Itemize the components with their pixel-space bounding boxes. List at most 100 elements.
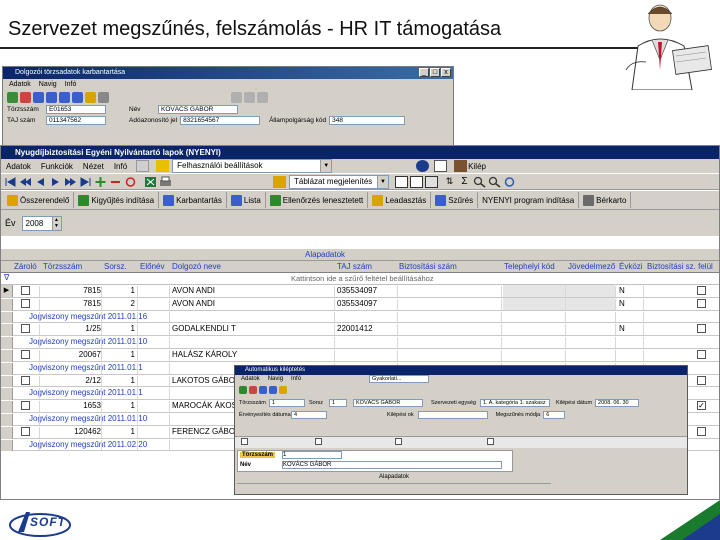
tax-id-input[interactable]: 8321654567: [180, 116, 261, 125]
sub-row[interactable]: Jogviszony megszűnt 2011.01.10: [1, 336, 719, 349]
chevron-down-icon[interactable]: ▼: [377, 175, 388, 188]
table-row[interactable]: 20067 1 HALÁSZ KÁROLY: [1, 348, 719, 362]
exit-door-icon[interactable]: [454, 160, 468, 172]
chevron-down-icon[interactable]: ▼: [320, 160, 332, 172]
filter-hint[interactable]: Kattintson ide a szűrő feltétel beállítá…: [291, 274, 434, 283]
col-header-evkozi[interactable]: Évközi: [619, 262, 643, 271]
exit-icon[interactable]: [257, 91, 268, 103]
prev-record-icon[interactable]: [46, 91, 57, 103]
row-indicator[interactable]: [1, 298, 13, 311]
first-record-icon[interactable]: [4, 176, 17, 188]
popup-option-2-checkbox[interactable]: [315, 438, 322, 445]
lock-checkbox[interactable]: [21, 426, 30, 436]
insurance-checkbox[interactable]: [697, 324, 706, 334]
info-icon[interactable]: [244, 91, 255, 103]
popup-add-icon[interactable]: [239, 385, 247, 394]
popup-name-field[interactable]: KOVÁCS GÁBOR: [282, 461, 502, 469]
col-header-jovedelmezo[interactable]: Jövedelmező: [568, 262, 615, 271]
action-ellenorzes-button[interactable]: Ellenőrzés lenesztetett: [266, 192, 369, 208]
info-icon[interactable]: [416, 160, 430, 172]
popup-next-icon[interactable]: [269, 385, 277, 394]
grid-view-icon[interactable]: [136, 160, 150, 172]
action-leadasztas-button[interactable]: Leadasztás: [368, 192, 432, 208]
col-header-biztositasi[interactable]: Biztosítási szám: [399, 262, 457, 271]
insurance-checkbox[interactable]: [697, 426, 706, 436]
delete-icon[interactable]: [109, 176, 122, 188]
action-berkarto-button[interactable]: Bérkarto: [579, 192, 632, 208]
col-header-torzsszam[interactable]: Törzsszám: [43, 262, 82, 271]
tsz-input[interactable]: E01653: [46, 105, 106, 114]
popup-first-icon[interactable]: [259, 385, 267, 394]
col-header-zarolo[interactable]: Zároló: [14, 262, 37, 271]
prev-record-icon[interactable]: [34, 176, 47, 188]
insurance-checkbox[interactable]: [697, 349, 706, 359]
popup-unit-input[interactable]: 1. A. kategória 1. szakasz: [479, 399, 550, 407]
popup-termination-input[interactable]: 6: [543, 411, 566, 419]
last-record-icon[interactable]: [72, 91, 83, 103]
lock-checkbox[interactable]: [21, 375, 30, 385]
row-indicator[interactable]: [1, 337, 13, 349]
col-header-dolgozo-neve[interactable]: Dolgozó neve: [172, 262, 221, 271]
popup-save-icon[interactable]: [279, 385, 287, 394]
action-karbantartas-button[interactable]: Karbantartás: [159, 192, 227, 208]
popup-delete-icon[interactable]: [249, 385, 257, 394]
refresh-icon[interactable]: [124, 176, 137, 188]
col-header-telephelyi[interactable]: Telephelyi kód: [504, 262, 555, 271]
add-record-icon[interactable]: [7, 91, 18, 103]
insurance-checkbox[interactable]: [697, 375, 706, 385]
excel-export-icon[interactable]: [144, 176, 157, 188]
spinner-arrows-icon[interactable]: ▲ ▼: [51, 216, 61, 230]
col-header-elonev[interactable]: Előnév: [140, 262, 164, 271]
help-icon[interactable]: [434, 160, 448, 172]
popup-menu-navig[interactable]: Navig: [268, 375, 283, 384]
popup-sorsz-input[interactable]: 1: [329, 399, 347, 407]
filter-icon[interactable]: ∇: [4, 273, 9, 282]
help-icon[interactable]: [231, 91, 242, 103]
next-page-icon[interactable]: [64, 176, 77, 188]
sort-icon[interactable]: ⇅: [443, 176, 456, 188]
menu-nezet[interactable]: Nézet: [78, 162, 109, 171]
search-icon[interactable]: [473, 176, 486, 188]
back-minimize-button[interactable]: _: [419, 68, 429, 77]
list-view-icon[interactable]: [410, 175, 423, 188]
table-display-combo[interactable]: Táblázat megjelenítés ▼: [289, 174, 389, 189]
name-input[interactable]: KOVÁCS GÁBOR: [158, 105, 238, 114]
row-indicator[interactable]: [1, 311, 13, 324]
menu-funkciok[interactable]: Funkciók: [36, 162, 78, 171]
lock-checkbox[interactable]: [21, 286, 30, 295]
popup-menu-adatok[interactable]: Adatok: [241, 375, 260, 384]
popup-tsz-field[interactable]: 1: [282, 451, 342, 459]
menu-info[interactable]: Infó: [109, 162, 132, 171]
save-icon[interactable]: [85, 91, 96, 103]
row-indicator[interactable]: ▶: [1, 285, 13, 297]
popup-exit-reason-input[interactable]: [417, 411, 488, 419]
exit-label[interactable]: Kilép: [468, 162, 486, 171]
back-menu-navig[interactable]: Navig: [39, 79, 57, 90]
col-header-sorsz[interactable]: Sorsz.: [104, 262, 127, 271]
print-icon[interactable]: [98, 91, 109, 103]
sub-row[interactable]: Jogviszony megszűnt 2011.01.16: [1, 310, 719, 324]
lock-checkbox[interactable]: [21, 401, 30, 411]
filter-folder-icon[interactable]: [156, 160, 170, 172]
popup-option-1-checkbox[interactable]: [241, 438, 248, 445]
action-nyenyi-program-button[interactable]: NYENYI program indítása: [478, 192, 580, 208]
popup-option-4-checkbox[interactable]: [487, 438, 494, 445]
row-indicator[interactable]: [1, 375, 13, 388]
row-indicator[interactable]: [1, 362, 13, 375]
row-indicator[interactable]: [1, 349, 13, 362]
popup-option-3-checkbox[interactable]: [395, 438, 402, 445]
back-maximize-button[interactable]: □: [430, 68, 440, 77]
insurance-checkbox[interactable]: [697, 286, 706, 295]
lock-checkbox[interactable]: [21, 324, 30, 334]
action-osszerendelo-button[interactable]: Összerendelő: [3, 192, 75, 208]
popup-validity-input[interactable]: 4: [291, 411, 327, 419]
row-indicator[interactable]: [1, 388, 13, 401]
back-menu-adatok[interactable]: Adatok: [9, 79, 31, 90]
form-view-icon[interactable]: [395, 175, 408, 188]
action-lista-button[interactable]: Lista: [227, 192, 266, 208]
row-indicator[interactable]: [1, 324, 13, 337]
next-record-icon[interactable]: [49, 176, 62, 188]
popup-tsz-input[interactable]: 1: [269, 399, 305, 407]
row-indicator[interactable]: [1, 439, 13, 452]
popup-combo[interactable]: Gyakorlati...: [369, 375, 430, 383]
